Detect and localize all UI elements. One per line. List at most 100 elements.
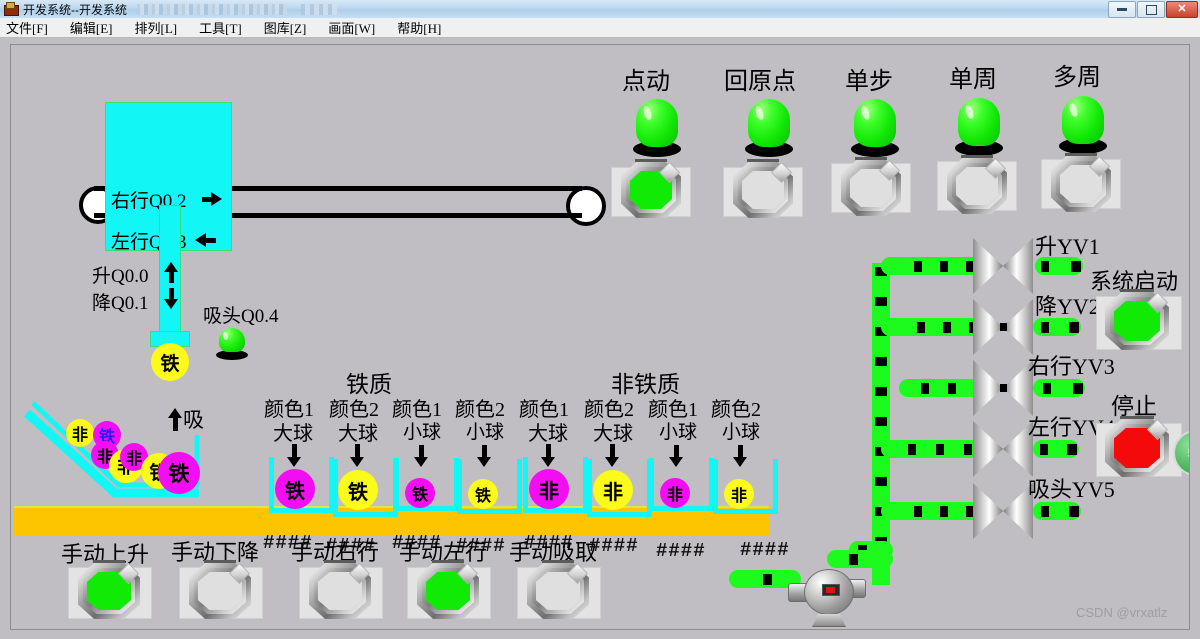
mode-step-label: 单步 (845, 69, 893, 95)
feed-ball-1-label: 非 (71, 427, 88, 444)
mode-home-label: 回原点 (724, 69, 796, 95)
sort-bin-8-counter: #### (740, 539, 790, 561)
pipe-trunk-dash-4 (875, 357, 887, 366)
sort-bin-2-ball: 铁 (338, 470, 378, 510)
pipe-branch-1-dash-2 (940, 261, 948, 272)
mode-jog-button[interactable] (621, 159, 681, 218)
pipe-branch-2-dash-2 (943, 322, 951, 333)
valve-yv1[interactable] (973, 238, 1033, 294)
pipe-branch-4-dash-2 (936, 444, 944, 455)
mode-home-button[interactable] (733, 159, 793, 218)
pipe-trunk-dash-8 (875, 477, 887, 486)
sort-bin-5-ball: 非 (529, 469, 569, 509)
conveyor-roller-right (566, 186, 606, 226)
feed-ball-1: 非 (66, 419, 94, 447)
feed-ball-7-label: 铁 (168, 462, 190, 486)
pipe-branch-3-dash-1 (921, 383, 929, 394)
sort-bin-3-size-label: 小球 (403, 422, 442, 443)
menu-item-edit[interactable]: 编辑[E] (70, 18, 113, 37)
minimize-button[interactable] (1108, 1, 1136, 18)
sort-bin-4-size-label: 小球 (466, 422, 505, 443)
suction-head-label: 吸头Q0.4 (203, 306, 279, 327)
pipe-branch-5-dash-1 (914, 506, 922, 517)
manual-down-button[interactable] (189, 560, 251, 619)
valve-yv3[interactable] (973, 360, 1033, 416)
valve-yv3-stem (1000, 384, 1007, 392)
valve-yv4[interactable] (973, 421, 1033, 477)
pipe-outlet-5-dash (1041, 506, 1049, 517)
valve-yv4-left-cone (973, 421, 1003, 477)
manual-suck-button[interactable] (527, 560, 589, 619)
hmi-canvas: 右行Q0.2 左行Q0.3 升Q0.0 降Q0.1 吸头Q0.4 铁 非 铁 非… (10, 44, 1190, 630)
mode-jog-label: 点动 (622, 69, 670, 95)
mode-single-cycle-lamp (953, 98, 1005, 156)
feed-ball-5-label: 非 (125, 451, 142, 468)
pipe-branch-4-dash-1 (908, 444, 916, 455)
sort-bin-2-size-label: 大球 (338, 423, 378, 445)
gantry-down-label: 降Q0.1 (92, 293, 149, 314)
sort-bin-7-size-label: 小球 (659, 422, 698, 443)
valve-yv1-left-cone (973, 238, 1003, 294)
feed-ball-7: 铁 (158, 452, 200, 494)
mode-multi-cycle-label: 多周 (1053, 65, 1101, 91)
watermark: CSDN @vrxatlz (1076, 605, 1168, 620)
sort-bin-6-ball-label: 非 (603, 481, 623, 504)
valve-yv2-right-cone (1003, 299, 1033, 355)
gantry-left-arrow-icon (195, 233, 206, 247)
sort-bin-4-ball-label: 铁 (474, 488, 491, 505)
valve-yv2[interactable] (973, 299, 1033, 355)
pipe-branch-2 (881, 318, 981, 336)
mode-single-cycle-button[interactable] (947, 155, 1007, 214)
gantry-held-ball-label: 铁 (160, 353, 180, 375)
system-start-button[interactable] (1105, 289, 1169, 350)
sort-bin-8-ball: 非 (724, 479, 754, 509)
system-stop-button[interactable] (1105, 416, 1169, 477)
pipe-outlet-5-cap (1069, 506, 1079, 517)
air-compressor-base (812, 614, 846, 627)
gantry-right-arrow-icon (211, 192, 222, 206)
valve-yv2-stem (1000, 323, 1007, 331)
pipe-branch-4-dash-3 (964, 444, 972, 455)
mode-single-cycle-label: 单周 (949, 67, 997, 93)
gantry-down-arrow-icon (164, 299, 178, 309)
menu-item-help[interactable]: 帮助[H] (397, 18, 441, 37)
sort-bin-4-ball: 铁 (468, 479, 498, 509)
pipe-branch-5-dash-2 (940, 506, 948, 517)
mode-multi-cycle-lamp (1057, 96, 1109, 154)
air-compressor-indicator (822, 584, 840, 596)
pipe-outlet-1-cap (1071, 261, 1081, 272)
gantry-up-arrow-icon (164, 262, 178, 272)
floating-badge-label: 51 (1188, 445, 1189, 462)
suck-label: 吸 (183, 408, 204, 432)
menu-item-file[interactable]: 文件[F] (6, 18, 48, 37)
valve-yv1-right-cone (1003, 238, 1033, 294)
pipe-outlet-3-dash (1043, 383, 1051, 394)
menu-item-library[interactable]: 图库[Z] (264, 18, 307, 37)
application-window: 开发系统--开发系统 ✕ 文件[F] 编辑[E] 排列[L] 工具[T] 图库[… (0, 0, 1200, 639)
minimize-icon (1117, 8, 1127, 11)
valve-yv2-left-cone (973, 299, 1003, 355)
mode-jog-lamp (631, 99, 683, 157)
mode-step-button[interactable] (841, 157, 901, 216)
mode-multi-cycle-button[interactable] (1051, 153, 1111, 212)
sort-bin-5-size-label: 大球 (528, 423, 568, 445)
pipe-trunk-dash-2 (875, 297, 887, 306)
menu-item-align[interactable]: 排列[L] (135, 18, 178, 37)
menu-item-tools[interactable]: 工具[T] (199, 18, 242, 37)
pipe-outlet-2-dash (1041, 322, 1049, 333)
title-bar: 开发系统--开发系统 ✕ (0, 0, 1200, 19)
app-icon (4, 2, 19, 16)
sort-bin-1-ball-label: 铁 (285, 480, 305, 503)
valve-yv5[interactable] (973, 483, 1033, 539)
sort-bin-6-ball: 非 (593, 470, 633, 510)
manual-left-button[interactable] (417, 560, 479, 619)
window-title-obscured-text-2 (301, 3, 337, 15)
manual-right-button[interactable] (309, 560, 371, 619)
pipe-outlet-2-cap (1069, 322, 1079, 333)
menu-item-screen[interactable]: 画面[W] (328, 18, 375, 37)
manual-up-button[interactable] (78, 560, 140, 619)
pipe-pump-inlet-dash (763, 574, 772, 585)
close-button[interactable]: ✕ (1166, 1, 1198, 18)
maximize-button[interactable] (1137, 1, 1165, 18)
pipe-trunk-dash-6 (875, 417, 887, 426)
